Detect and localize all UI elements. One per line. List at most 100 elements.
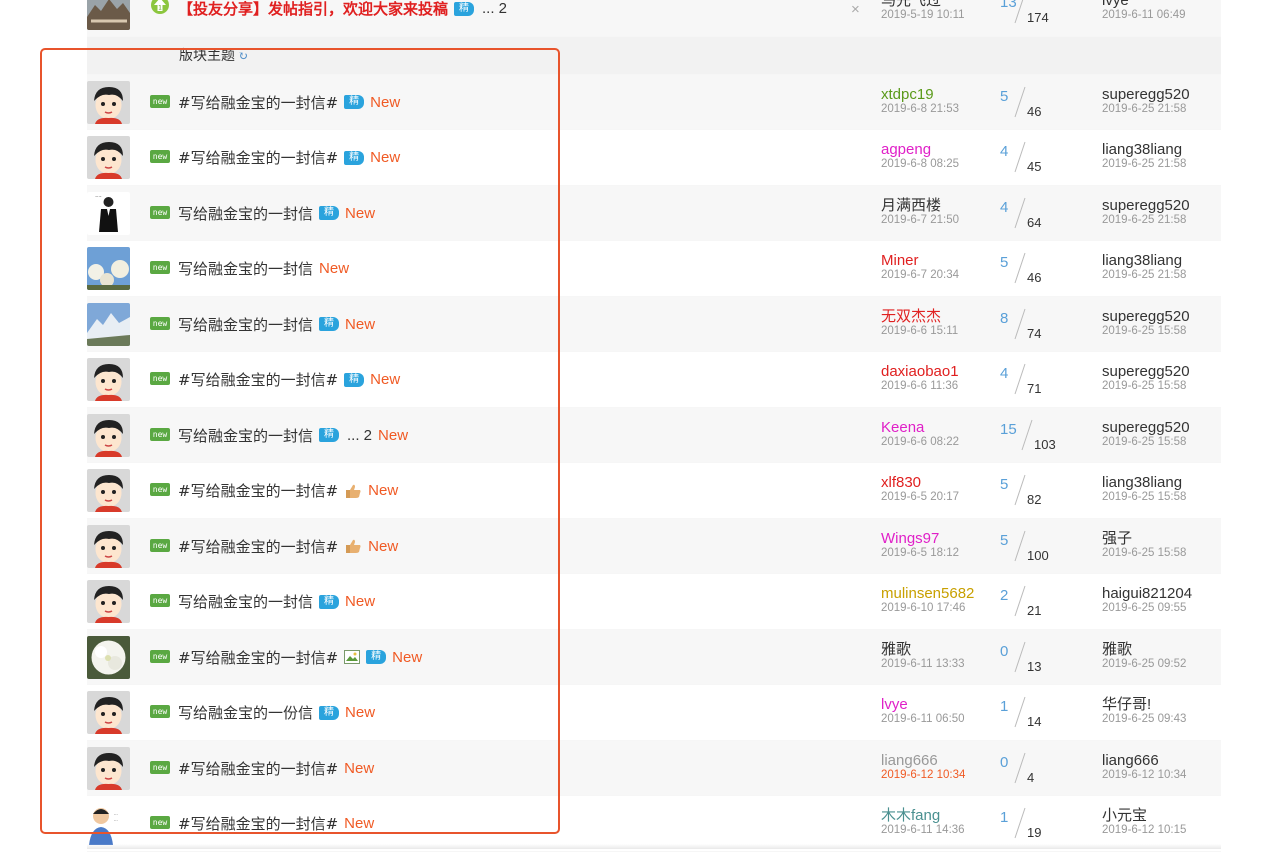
new-tag[interactable]: New: [368, 482, 398, 499]
thread-row[interactable]: new 写给融金宝的一封信精 ... 2 New Keena 2019-6-6 08:22…: [87, 407, 1221, 463]
last-post-date[interactable]: 2019-6-25 09:55: [1102, 602, 1192, 615]
thread-row[interactable]: new 写给融金宝的一份信精 New lvye 2019-6-11 06:50 1 14 华仔…: [87, 685, 1221, 741]
thread-row[interactable]: ~~ new 写给融金宝的一封信精 New 月满西楼 2019-6-7 21:50 4 64 s…: [87, 185, 1221, 241]
thread-title-text[interactable]: #写给融金宝的一封信#: [178, 369, 338, 390]
author-name[interactable]: 无双杰杰: [881, 308, 958, 325]
thread-title[interactable]: #写给融金宝的一封信# 精 New: [178, 369, 400, 390]
reply-count[interactable]: 5: [1000, 88, 1008, 105]
last-post-user[interactable]: superegg520: [1102, 197, 1190, 214]
thread-title-text[interactable]: #写给融金宝的一封信#: [178, 647, 338, 668]
author-name[interactable]: xtdpc19: [881, 86, 959, 103]
new-tag[interactable]: New: [370, 149, 400, 166]
last-post-date[interactable]: 2019-6-12 10:15: [1102, 824, 1186, 837]
thread-title-text[interactable]: #写给融金宝的一封信#: [178, 758, 338, 779]
page-link[interactable]: ... 2: [347, 427, 372, 444]
reply-count[interactable]: 5: [1000, 254, 1008, 271]
new-tag[interactable]: New: [345, 704, 375, 721]
thread-title-text[interactable]: 写给融金宝的一封信: [178, 314, 313, 335]
new-tag[interactable]: New: [345, 593, 375, 610]
reply-count[interactable]: 0: [1000, 754, 1008, 771]
avatar[interactable]: [87, 746, 130, 790]
reply-count[interactable]: 1: [1000, 698, 1008, 715]
avatar[interactable]: [87, 80, 130, 124]
section-title[interactable]: 版块主题 ↻: [179, 45, 248, 65]
author-name[interactable]: 马先飞过: [881, 0, 965, 9]
avatar[interactable]: [87, 635, 130, 679]
author-name[interactable]: liang666: [881, 752, 965, 769]
new-tag[interactable]: New: [368, 538, 398, 555]
new-tag[interactable]: New: [370, 94, 400, 111]
thread-title-text[interactable]: #写给融金宝的一封信#: [178, 813, 338, 834]
thread-title-text[interactable]: 写给融金宝的一封信: [178, 591, 313, 612]
last-post-user[interactable]: liang38liang: [1102, 474, 1186, 491]
last-post-user[interactable]: liang666: [1102, 752, 1186, 769]
thread-title[interactable]: 写给融金宝的一份信精 New: [178, 702, 375, 723]
reply-count[interactable]: 4: [1000, 143, 1008, 160]
avatar[interactable]: [87, 0, 130, 30]
avatar[interactable]: [87, 413, 130, 457]
thread-row[interactable]: new #写给融金宝的一封信# New liang666 2019-6-12 10:34…: [87, 740, 1221, 796]
thread-title[interactable]: 写给融金宝的一封信 New: [178, 258, 349, 279]
thread-title[interactable]: 写给融金宝的一封信精 New: [178, 591, 375, 612]
thread-row[interactable]: new #写给融金宝的一封信# New Wings97 2019-6-5 18:12 5 1…: [87, 518, 1221, 574]
thread-row[interactable]: new 写给融金宝的一封信 New Miner 2019-6-7 20:34 5 46 lia…: [87, 241, 1221, 297]
last-post-user[interactable]: haigui821204: [1102, 585, 1192, 602]
last-post-date[interactable]: 2019-6-25 21:58: [1102, 269, 1186, 282]
page-link[interactable]: ... 2: [482, 0, 507, 17]
reply-count[interactable]: 5: [1000, 476, 1008, 493]
avatar[interactable]: [87, 136, 130, 179]
new-tag[interactable]: New: [344, 815, 374, 832]
last-post-user[interactable]: liang38liang: [1102, 252, 1186, 269]
avatar[interactable]: [87, 302, 130, 346]
author-name[interactable]: Keena: [881, 419, 959, 436]
thread-row-pinned[interactable]: 1 【投友分享】发帖指引，欢迎大家来投稿 精 ... 2 × 马先飞过 2019…: [87, 0, 1221, 37]
last-post-user[interactable]: superegg520: [1102, 86, 1190, 103]
thread-title[interactable]: #写给融金宝的一封信# 精 New: [178, 92, 400, 113]
thread-title[interactable]: #写给融金宝的一封信# 精 New: [178, 147, 400, 168]
thread-title-text[interactable]: 写给融金宝的一份信: [178, 702, 313, 723]
thread-title[interactable]: 写给融金宝的一封信精 New: [178, 314, 375, 335]
author-name[interactable]: 月满西楼: [881, 197, 959, 214]
thread-title[interactable]: #写给融金宝的一封信# New: [178, 480, 398, 501]
avatar[interactable]: [87, 691, 130, 734]
thread-title[interactable]: #写给融金宝的一封信# New: [178, 536, 398, 557]
thread-title-text[interactable]: #写给融金宝的一封信#: [178, 536, 338, 557]
reply-count[interactable]: 5: [1000, 532, 1008, 549]
last-post-user[interactable]: superegg520: [1102, 308, 1190, 325]
last-post-date[interactable]: 2019-6-25 15:58: [1102, 325, 1190, 338]
avatar[interactable]: [87, 247, 130, 290]
close-icon[interactable]: ×: [851, 1, 860, 18]
thread-title[interactable]: #写给融金宝的一封信# 精 New: [178, 647, 422, 668]
thread-row[interactable]: new 写给融金宝的一封信精 New mulinsen5682 2019-6-10 17…: [87, 574, 1221, 630]
last-post-date[interactable]: 2019-6-25 21:58: [1102, 103, 1190, 116]
reply-count[interactable]: 1: [1000, 809, 1008, 826]
reply-count[interactable]: 15: [1000, 421, 1017, 438]
new-tag[interactable]: New: [370, 371, 400, 388]
thread-row[interactable]: new 写给融金宝的一封信精 New 无双杰杰 2019-6-6 15:11 8 74 sup…: [87, 296, 1221, 352]
last-post-user[interactable]: superegg520: [1102, 363, 1190, 380]
thread-title[interactable]: 写给融金宝的一封信精 New: [178, 203, 375, 224]
new-tag[interactable]: New: [344, 760, 374, 777]
last-post-date[interactable]: 2019-6-25 15:58: [1102, 547, 1186, 560]
last-post-user[interactable]: 小元宝: [1102, 807, 1186, 824]
last-post-date[interactable]: 2019-6-12 10:34: [1102, 769, 1186, 782]
thread-row[interactable]: new #写给融金宝的一封信# New xlf830 2019-6-5 20:17 5 82…: [87, 463, 1221, 519]
author-name[interactable]: Miner: [881, 252, 959, 269]
new-tag[interactable]: New: [319, 260, 349, 277]
last-post-date[interactable]: 2019-6-25 21:58: [1102, 214, 1190, 227]
new-tag[interactable]: New: [345, 316, 375, 333]
thread-title-text[interactable]: #写给融金宝的一封信#: [178, 92, 338, 113]
avatar[interactable]: ~~: [87, 191, 130, 235]
thread-title-text[interactable]: 写给融金宝的一封信: [178, 258, 313, 279]
author-name[interactable]: 雅歌: [881, 641, 965, 658]
author-name[interactable]: agpeng: [881, 141, 959, 158]
author-name[interactable]: 木木fang: [881, 807, 965, 824]
reply-count[interactable]: 4: [1000, 199, 1008, 216]
author-name[interactable]: Wings97: [881, 530, 959, 547]
last-post-date[interactable]: 2019-6-25 21:58: [1102, 158, 1186, 171]
thread-title-text[interactable]: 写给融金宝的一封信: [178, 425, 313, 446]
last-post-user[interactable]: liang38liang: [1102, 141, 1186, 158]
thread-title[interactable]: 写给融金宝的一封信精 ... 2 New: [178, 425, 408, 446]
thread-title[interactable]: #写给融金宝的一封信# New: [178, 813, 374, 834]
new-tag[interactable]: New: [378, 427, 408, 444]
